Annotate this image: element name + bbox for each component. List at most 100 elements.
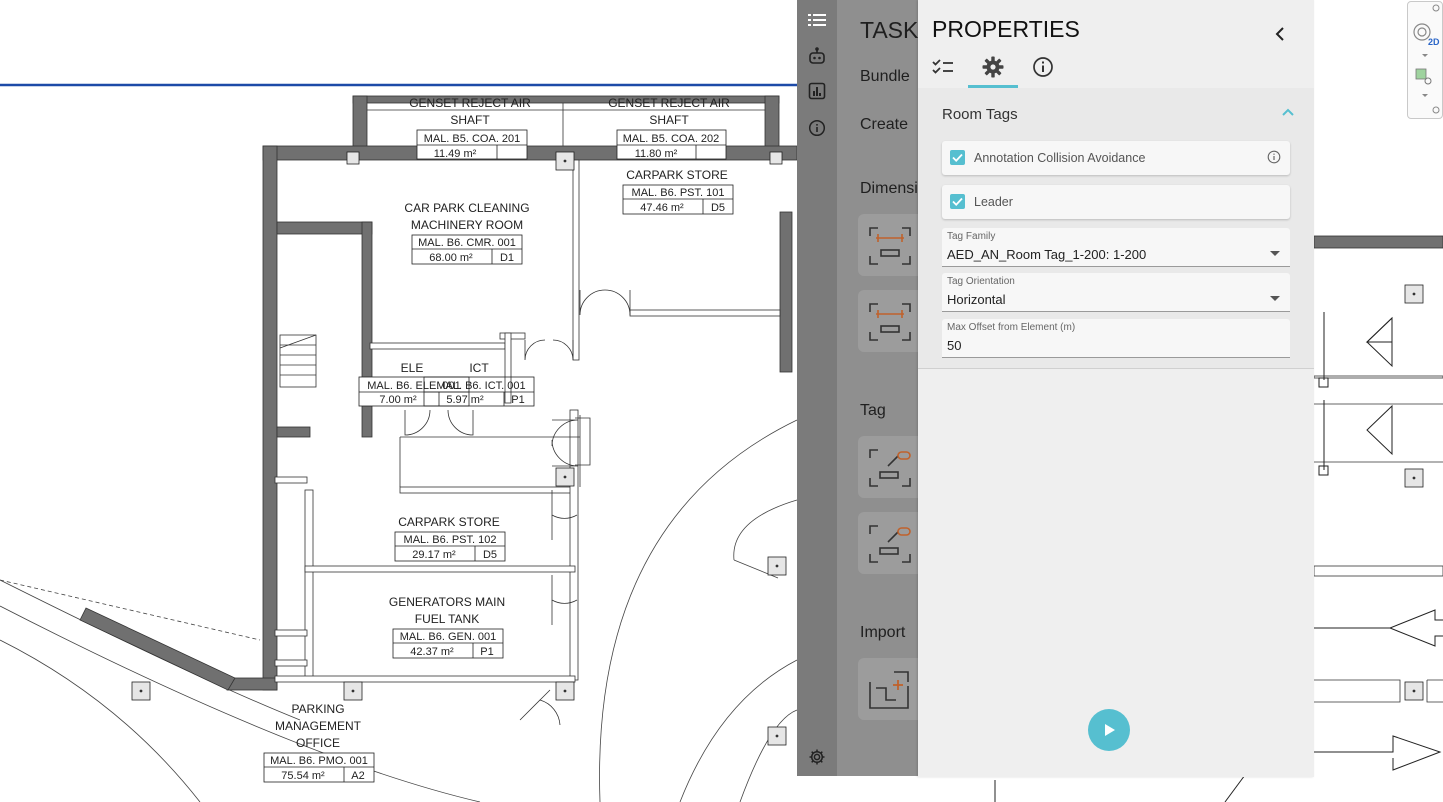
robot-icon[interactable] [805,44,829,68]
svg-text:11.80 m²: 11.80 m² [635,148,678,160]
field-value[interactable]: 50 [947,338,961,353]
chevron-up-icon[interactable] [1280,104,1296,120]
svg-text:P1: P1 [480,646,493,658]
stairs [279,334,317,388]
tasks-import-label: Import [860,624,906,641]
list-icon[interactable] [805,8,829,32]
play-icon [1105,724,1115,736]
field-value: AED_AN_Room Tag_1-200: 1-200 [947,247,1147,262]
svg-text:OFFICE: OFFICE [296,736,340,750]
svg-text:CARPARK STORE: CARPARK STORE [398,515,500,529]
svg-text:MAL. B6. PST. 101: MAL. B6. PST. 101 [632,187,725,199]
svg-text:D1: D1 [500,252,514,264]
svg-text:FUEL TANK: FUEL TANK [415,612,479,626]
svg-text:68.00 m²: 68.00 m² [429,252,473,264]
tag-tool-tile-2[interactable] [858,512,918,574]
svg-text:PARKING: PARKING [291,702,344,716]
tasks-panel: TASKS Bundle Create Dimensions Tag Impor… [837,0,918,776]
chart-icon[interactable] [805,79,829,103]
dimension-tool-icon [869,303,911,341]
view-mode-label: 2D [1428,37,1440,47]
tag-family-select[interactable]: Tag Family AED_AN_Room Tag_1-200: 1-200 [942,228,1290,267]
field-label: Max Offset from Element (m) [947,322,1076,333]
svg-text:5.97 m²: 5.97 m² [446,394,484,406]
checkbox[interactable] [950,194,965,209]
svg-text:47.46 m²: 47.46 m² [640,202,684,214]
room-tag: GENSET REJECT AIR SHAFT MAL. B5. COA. 20… [608,96,730,160]
svg-text:MAL. B5. COA. 201: MAL. B5. COA. 201 [424,133,521,145]
tag-tool-tile[interactable] [858,436,918,498]
room-tag: CAR PARK CLEANING MACHINERY ROOM MAL. B6… [404,201,530,265]
collision-avoidance-label: Annotation Collision Avoidance [974,151,1146,165]
tag-orientation-select[interactable]: Tag Orientation Horizontal [942,273,1290,312]
properties-title: PROPERTIES [932,16,1080,42]
tag-tool-icon [869,449,911,487]
info-icon[interactable] [1267,150,1281,169]
svg-text:MAL. B5. COA. 202: MAL. B5. COA. 202 [623,133,720,145]
tasks-tag-label: Tag [860,402,886,419]
tab-checklist[interactable] [918,48,968,86]
room-tag: GENERATORS MAIN FUEL TANK MAL. B6. GEN. … [389,595,505,659]
dropdown-arrow-icon[interactable] [1270,296,1280,301]
svg-text:GENERATORS MAIN: GENERATORS MAIN [389,595,505,609]
tab-info[interactable] [1018,48,1068,86]
collision-avoidance-checkbox-row[interactable]: Annotation Collision Avoidance [942,141,1290,175]
field-label: Tag Orientation [947,276,1015,287]
room-tags-section: Room Tags Annotation Collision Avoidance… [918,88,1314,369]
svg-text:MAL. B6. GEN. 001: MAL. B6. GEN. 001 [400,631,497,643]
properties-tabs [918,48,1314,89]
info-icon[interactable] [805,116,829,140]
import-tool-icon [869,671,909,709]
field-label: Tag Family [947,231,996,242]
section-title: Room Tags [942,106,1018,123]
dimension-tool-tile[interactable] [858,214,918,276]
svg-text:MAL. B6. PST. 102: MAL. B6. PST. 102 [404,534,497,546]
svg-text:MAL. B6. CMR. 001: MAL. B6. CMR. 001 [418,237,516,249]
chevron-left-icon[interactable] [1270,24,1290,44]
max-offset-input[interactable]: Max Offset from Element (m) 50 [942,319,1290,358]
checkbox[interactable] [950,150,965,165]
run-button[interactable] [1088,709,1130,751]
check-icon [952,153,963,162]
field-value: Horizontal [947,292,1006,307]
dimension-tool-icon [869,227,911,265]
svg-text:MAL. B6. ICT. 001: MAL. B6. ICT. 001 [436,380,525,392]
svg-text:ICT: ICT [469,361,489,375]
tasks-create-label[interactable]: Create [860,116,908,134]
dropdown-arrow-icon[interactable] [1270,251,1280,256]
tab-settings[interactable] [968,48,1018,88]
svg-text:A2: A2 [351,770,364,782]
settings-icon[interactable] [805,745,829,769]
svg-text:P1: P1 [511,394,524,406]
svg-text:CARPARK STORE: CARPARK STORE [626,168,728,182]
svg-text:42.37 m²: 42.37 m² [410,646,454,658]
svg-text:MACHINERY ROOM: MACHINERY ROOM [411,218,523,232]
dimension-tool-tile-2[interactable] [858,290,918,352]
tool-rail [797,0,837,776]
navcube-icon[interactable]: 2D [1408,2,1442,118]
room-tag: CARPARK STORE MAL. B6. PST. 102 29.17 m²… [394,515,506,562]
room-tag: GENSET REJECT AIR SHAFT MAL. B5. COA. 20… [409,96,531,160]
svg-text:SHAFT: SHAFT [450,113,490,127]
svg-text:GENSET REJECT AIR: GENSET REJECT AIR [608,96,730,110]
svg-text:SHAFT: SHAFT [649,113,689,127]
svg-text:D5: D5 [483,549,497,561]
driveway-curves [0,419,798,802]
view-navigation-widget[interactable]: 2D [1407,1,1443,119]
tasks-bundle-label[interactable]: Bundle [860,68,910,86]
doors [404,289,631,726]
room-tag: CARPARK STORE MAL. B6. PST. 101 47.46 m²… [622,168,734,215]
svg-text:MAL. B6. PMO. 001: MAL. B6. PMO. 001 [270,755,368,767]
svg-text:11.49 m²: 11.49 m² [434,148,477,160]
check-icon [952,197,963,206]
svg-text:GENSET REJECT AIR: GENSET REJECT AIR [409,96,531,110]
import-tool-tile[interactable] [858,658,918,720]
leader-label: Leader [974,195,1013,209]
leader-checkbox-row[interactable]: Leader [942,185,1290,219]
properties-panel: PROPERTIES Room Tags Annotation Collisio… [918,0,1314,777]
tag-tool-icon [869,525,911,563]
tasks-dimensions-label: Dimensions [860,180,918,197]
svg-text:29.17 m²: 29.17 m² [412,549,456,561]
svg-text:7.00 m²: 7.00 m² [379,394,417,406]
svg-text:CAR PARK CLEANING: CAR PARK CLEANING [404,201,529,215]
